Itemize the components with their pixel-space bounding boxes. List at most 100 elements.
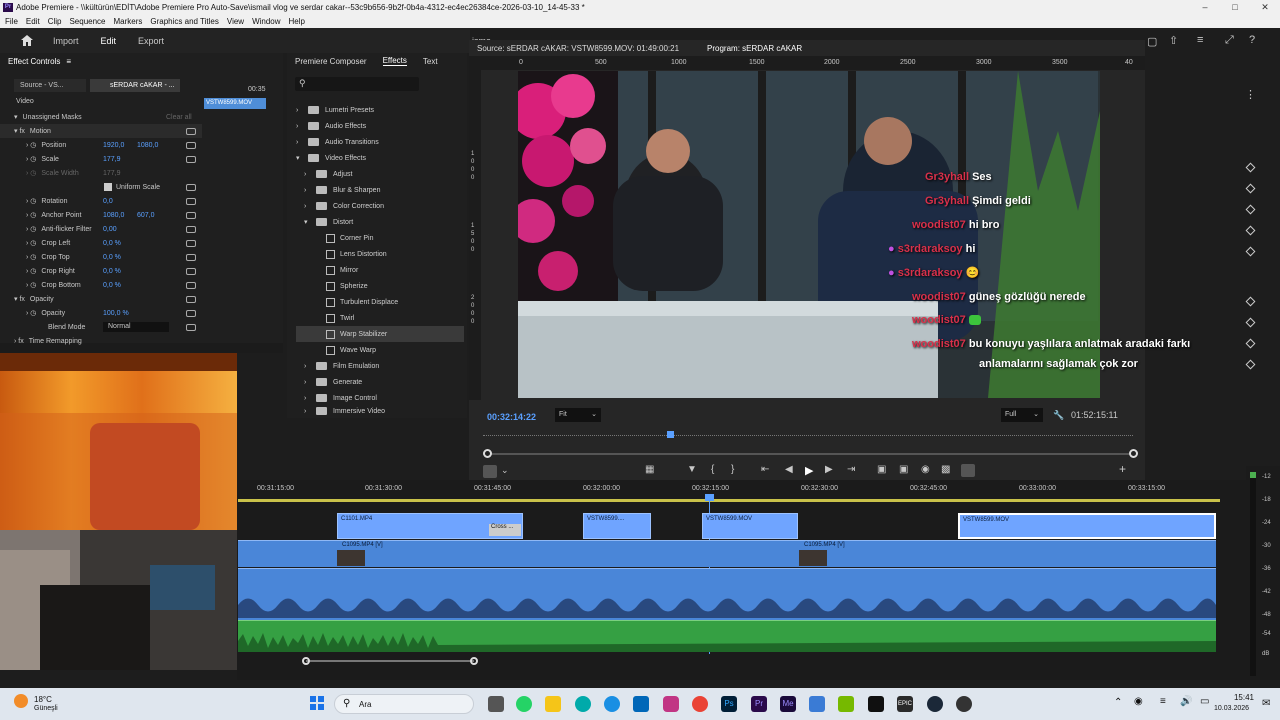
timeline-scroll-handle-left[interactable] — [302, 657, 310, 665]
epic-games-icon[interactable]: EPIC — [897, 696, 913, 712]
effects-item[interactable]: › Audio Effects — [296, 118, 464, 134]
help-icon[interactable]: ? — [1249, 34, 1255, 46]
effects-item[interactable]: Mirror — [296, 262, 464, 278]
ec-row-crop-left[interactable]: › ◷ Crop Left 0,0 % — [0, 236, 202, 250]
multicam-icon[interactable]: ▩ — [941, 464, 950, 475]
play-icon[interactable]: ▶ — [805, 464, 813, 477]
app-icon[interactable] — [956, 696, 972, 712]
effects-item[interactable]: Twirl — [296, 310, 464, 326]
mark-out-icon[interactable]: } — [731, 464, 734, 475]
step-back-icon[interactable]: ◀ — [785, 464, 793, 475]
program-clip-dropdown[interactable]: sERDAR cAKAR - ... — [90, 79, 180, 92]
home-icon[interactable] — [21, 35, 33, 46]
ec-row-masks[interactable]: ▾ Unassigned Masks Clear all — [0, 110, 202, 124]
video-track-v2[interactable] — [238, 540, 1216, 567]
windows-start-icon[interactable] — [310, 696, 324, 710]
step-forward-icon[interactable]: ▶ — [825, 464, 833, 475]
add-marker-icon[interactable]: ▼ — [687, 464, 697, 475]
ec-row-position[interactable]: › ◷ Position 1920,0 1080,0 — [0, 138, 202, 152]
ec-row-blend-mode[interactable]: Blend Mode Normal — [0, 320, 202, 334]
effects-item[interactable]: › Audio Transitions — [296, 134, 464, 150]
work-area-bar[interactable] — [238, 499, 1220, 502]
menu-markers[interactable]: Markers — [114, 17, 143, 26]
camera-icon[interactable]: ◉ — [921, 464, 930, 475]
edge-icon[interactable] — [604, 696, 620, 712]
task-view-icon[interactable] — [488, 696, 504, 712]
weather-temp[interactable]: 18°C — [34, 695, 52, 704]
effects-item[interactable]: › Film Emulation — [296, 358, 464, 374]
nvidia-icon[interactable] — [838, 696, 854, 712]
minimize-button[interactable]: – — [1190, 0, 1220, 15]
ec-row-time-remapping[interactable]: › fx Time Remapping — [0, 334, 202, 348]
ec-row-crop-right[interactable]: › ◷ Crop Right 0,0 % — [0, 264, 202, 278]
menu-help[interactable]: Help — [289, 17, 305, 26]
premiere-icon[interactable]: Pr — [751, 696, 767, 712]
fullscreen-icon[interactable]: ⤢ — [1225, 34, 1234, 47]
app-icon[interactable] — [809, 696, 825, 712]
tab-premiere-composer[interactable]: Premiere Composer — [295, 57, 367, 66]
effects-item[interactable]: › Generate — [296, 374, 464, 390]
cross-dissolve-transition[interactable]: Cross ... — [489, 524, 521, 536]
wrench-icon[interactable]: 🔧 — [1053, 410, 1064, 421]
ec-row-scale[interactable]: › ◷ Scale 177,9 — [0, 152, 202, 166]
media-encoder-icon[interactable]: Me — [780, 696, 796, 712]
effect-controls-title[interactable]: Effect Controls — [8, 57, 60, 66]
app-icon[interactable] — [868, 696, 884, 712]
notification-icon[interactable]: ✉ — [1262, 698, 1270, 709]
add-button-icon[interactable]: + — [1119, 462, 1126, 476]
effects-item[interactable]: Wave Warp — [296, 342, 464, 358]
instagram-icon[interactable] — [663, 696, 679, 712]
import-tab[interactable]: Import — [53, 36, 79, 46]
resolution-select[interactable]: Full ⌄ — [1001, 408, 1043, 422]
effects-item[interactable]: Spherize — [296, 278, 464, 294]
program-monitor-tab[interactable]: Program: sERDAR cAKAR — [707, 44, 802, 53]
ec-row-crop-top[interactable]: › ◷ Crop Top 0,0 % — [0, 250, 202, 264]
menu-clip[interactable]: Clip — [48, 17, 62, 26]
lift-icon[interactable]: ▣ — [877, 464, 886, 475]
close-button[interactable]: ✕ — [1250, 0, 1280, 15]
ec-row-rotation[interactable]: › ◷ Rotation 0,0 — [0, 194, 202, 208]
effects-item[interactable]: › Color Correction — [296, 198, 464, 214]
comparison-view-icon[interactable] — [961, 464, 975, 477]
whatsapp-icon[interactable] — [516, 696, 532, 712]
effects-item[interactable]: ▾ Video Effects — [296, 150, 464, 166]
app-icon[interactable] — [575, 696, 591, 712]
scroll-handle-left[interactable] — [483, 449, 492, 458]
weather-icon[interactable] — [14, 694, 28, 708]
tray-chevron-icon[interactable]: ⌃ — [1114, 697, 1122, 708]
scroll-handle-right[interactable] — [1129, 449, 1138, 458]
go-to-in-icon[interactable]: ⇤ — [761, 464, 769, 475]
monitor-playhead[interactable] — [667, 431, 674, 438]
mark-in-icon[interactable]: { — [711, 464, 714, 475]
wifi-icon[interactable]: ≡ — [1160, 696, 1166, 707]
effects-item[interactable]: › Adjust — [296, 166, 464, 182]
workspace-menu-icon[interactable]: ≡ — [1197, 34, 1203, 46]
effects-search-input[interactable]: ⚲ — [295, 77, 419, 91]
ec-row-anchor[interactable]: › ◷ Anchor Point 1080,0 607,0 — [0, 208, 202, 222]
ec-row-opacity-group[interactable]: ▾ fx Opacity — [0, 292, 202, 306]
blend-mode-select[interactable]: Normal — [103, 322, 169, 332]
taskbar-search-input[interactable]: ⚲ Ara — [334, 694, 474, 714]
effects-item[interactable]: › Lumetri Presets — [296, 102, 464, 118]
effects-item[interactable]: Lens Distortion — [296, 246, 464, 262]
ec-row-scale-width[interactable]: › ◷ Scale Width 177,9 — [0, 166, 202, 180]
monitor-scrollbar[interactable] — [483, 453, 1133, 455]
ec-clip-bar[interactable]: VSTW8599.MOV — [204, 98, 266, 109]
photoshop-icon[interactable]: Ps — [721, 696, 737, 712]
effects-item[interactable]: › Immersive Video — [296, 406, 464, 416]
effects-item-selected[interactable]: Warp Stabilizer — [296, 326, 464, 342]
playhead-timecode[interactable]: 00:32:14:22 — [487, 412, 536, 422]
effects-item[interactable]: Corner Pin — [296, 230, 464, 246]
ec-row-uniform-scale[interactable]: Uniform Scale — [0, 180, 202, 194]
source-monitor-tab[interactable]: Source: sERDAR cAKAR: VSTW8599.MOV: 01:4… — [477, 44, 679, 53]
extract-icon[interactable]: ▣ — [899, 464, 908, 475]
panel-icon[interactable]: ▢ — [1147, 35, 1157, 48]
file-explorer-icon[interactable] — [545, 696, 561, 712]
clock-time[interactable]: 15:41 — [1230, 693, 1254, 702]
volume-icon[interactable]: 🔊 — [1180, 696, 1192, 707]
more-options-icon[interactable]: ⋮ — [1245, 88, 1256, 101]
uniform-scale-checkbox[interactable] — [104, 183, 112, 191]
steam-icon[interactable] — [927, 696, 943, 712]
video-clip[interactable]: VSTW8599.... — [583, 513, 651, 539]
compare-icon[interactable]: ▦ — [645, 464, 654, 475]
